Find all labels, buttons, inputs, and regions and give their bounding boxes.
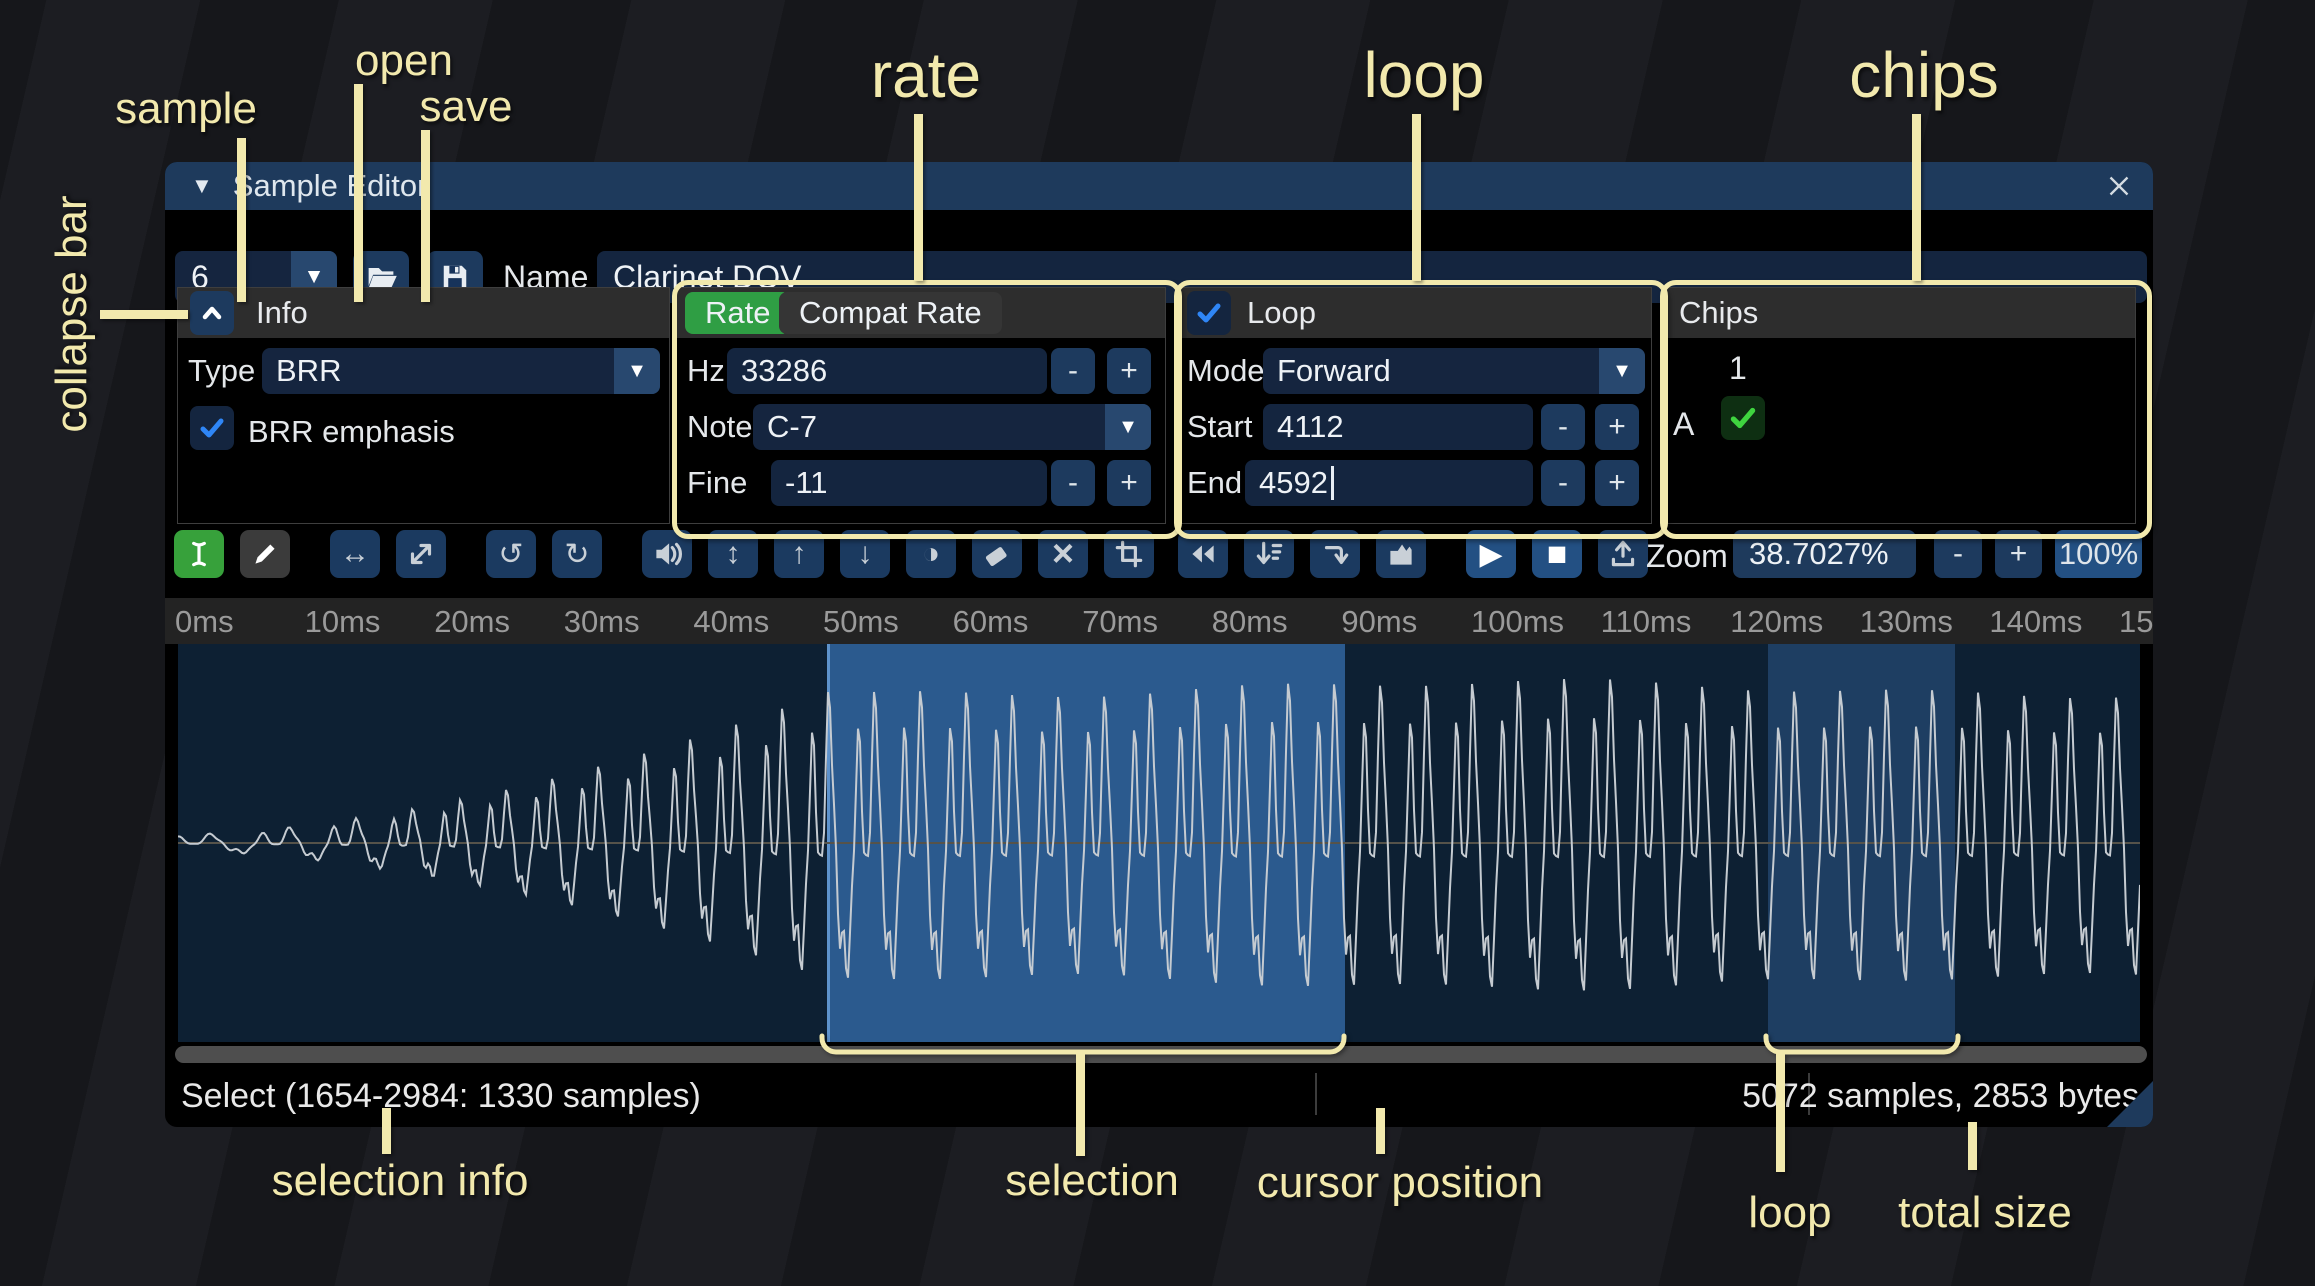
- info-panel: Info Type BRR ▼ BRR emphasis: [177, 287, 670, 524]
- crop-icon: [1115, 540, 1143, 568]
- speaker-icon: [656, 542, 682, 566]
- chips-pointer-line: [1912, 114, 1921, 281]
- annotation-rate: rate: [870, 39, 982, 111]
- ibeam-icon: [192, 541, 206, 567]
- waveform-trace: [178, 678, 2140, 991]
- annotation-open: open: [355, 36, 453, 85]
- waveform-display[interactable]: [178, 644, 2140, 1042]
- pencil-icon: [255, 544, 275, 564]
- annotation-sample: sample: [115, 84, 257, 133]
- ruler-tick-label: 70ms: [1082, 604, 1158, 639]
- annotation-collapse-bar: collapse bar: [47, 195, 96, 433]
- toolbar-button-edit-select[interactable]: [174, 530, 224, 578]
- annotation-chips: chips: [1849, 39, 1999, 111]
- loop-bracket: [1763, 1033, 1961, 1172]
- loop-pointer-line: [1412, 114, 1421, 281]
- ruler-tick-label: 130ms: [1859, 604, 1953, 639]
- screen: ▼ Sample Editor 6 ▼ Name Clarinet DQV In…: [0, 0, 2315, 1286]
- type-label: Type: [188, 353, 256, 388]
- sample-pointer-line: [237, 138, 246, 302]
- ruler-tick-label: 120ms: [1730, 604, 1824, 639]
- arrows-diagonal-icon: [410, 543, 432, 565]
- window-collapse-icon[interactable]: ▼: [191, 173, 213, 199]
- ruler-tick-label: 100ms: [1471, 604, 1565, 639]
- annotation-loop: loop: [1363, 39, 1485, 111]
- eraser-icon: [985, 547, 1007, 566]
- rate-pointer-line: [914, 114, 923, 281]
- selection-info-pointer-line: [382, 1108, 391, 1154]
- toolbar-button-redo[interactable]: ↻: [552, 530, 602, 578]
- ruler-tick-label: 0ms: [175, 604, 234, 639]
- upload-icon: [1611, 540, 1635, 567]
- selection-bracket: [819, 1033, 1347, 1156]
- chevron-down-icon[interactable]: ▼: [614, 348, 660, 394]
- double-arrow-left-icon: [1192, 545, 1214, 563]
- toolbar-button-resample[interactable]: [396, 530, 446, 578]
- arrow-turn-down-icon: [1324, 546, 1349, 565]
- annotation-selection: selection: [1005, 1156, 1179, 1205]
- ruler-tick-label: 80ms: [1211, 604, 1288, 639]
- ruler-tick-label: 90ms: [1341, 604, 1418, 639]
- close-icon: [2109, 176, 2129, 196]
- annotation-cursor-position: cursor position: [1256, 1158, 1544, 1207]
- brr-emphasis-label: BRR emphasis: [248, 414, 455, 449]
- annotation-loop-region: loop: [1748, 1188, 1832, 1237]
- save-pointer-line: [421, 130, 430, 302]
- collapse-info-button[interactable]: [190, 291, 234, 335]
- ruler-tick-label: 150ms: [2119, 604, 2153, 639]
- title-bar[interactable]: ▼ Sample Editor: [165, 162, 2153, 210]
- resize-grip[interactable]: [2107, 1081, 2153, 1127]
- open-pointer-line: [354, 84, 363, 302]
- ruler-tick-label: 40ms: [693, 604, 770, 639]
- toolbar-button-resize[interactable]: ↔: [330, 530, 380, 578]
- close-button[interactable]: [2101, 168, 2137, 204]
- window-title: Sample Editor: [232, 168, 428, 203]
- ruler-tick-label: 60ms: [952, 604, 1029, 639]
- zoom-label: Zoom: [1646, 538, 1728, 574]
- ruler-tick-label: 110ms: [1600, 604, 1692, 639]
- chevron-up-icon: [202, 306, 222, 320]
- annotation-total-size: total size: [1898, 1188, 2072, 1237]
- chips-highlight-box: [1660, 280, 2152, 539]
- info-panel-title: Info: [256, 295, 308, 330]
- annotation-save: save: [419, 82, 513, 131]
- ruler-tick-label: 30ms: [563, 604, 640, 639]
- ruler-tick-label: 140ms: [1989, 604, 2083, 639]
- collapse-bar-pointer-line: [100, 310, 188, 319]
- ruler-tick-label: 50ms: [823, 604, 899, 639]
- type-selector[interactable]: BRR ▼: [262, 348, 660, 394]
- toolbar-button-edit-draw[interactable]: [240, 530, 290, 578]
- loop-highlight-box: [1174, 280, 1668, 539]
- rate-highlight-box: [672, 280, 1182, 539]
- check-icon: [200, 418, 224, 438]
- cursor-position-pointer-line: [1376, 1108, 1385, 1154]
- annotation-selection-info: selection info: [271, 1156, 529, 1205]
- toolbar-button-undo[interactable]: ↺: [486, 530, 536, 578]
- brr-emphasis-checkbox[interactable]: [190, 406, 234, 450]
- arrow-down-lines-icon: [1256, 541, 1283, 565]
- selection-info-text: Select (1654-2984: 1330 samples): [181, 1077, 701, 1115]
- total-size-pointer-line: [1968, 1122, 1977, 1170]
- ruler-tick-label: 10ms: [304, 604, 381, 639]
- type-value: BRR: [276, 353, 342, 388]
- time-ruler[interactable]: 0ms 10ms 20ms 30ms 40ms 50ms 60ms 70ms 80ms 90ms 1…: [165, 598, 2153, 644]
- ruler-tick-label: 20ms: [434, 604, 510, 639]
- wave-block-icon: [1390, 544, 1412, 565]
